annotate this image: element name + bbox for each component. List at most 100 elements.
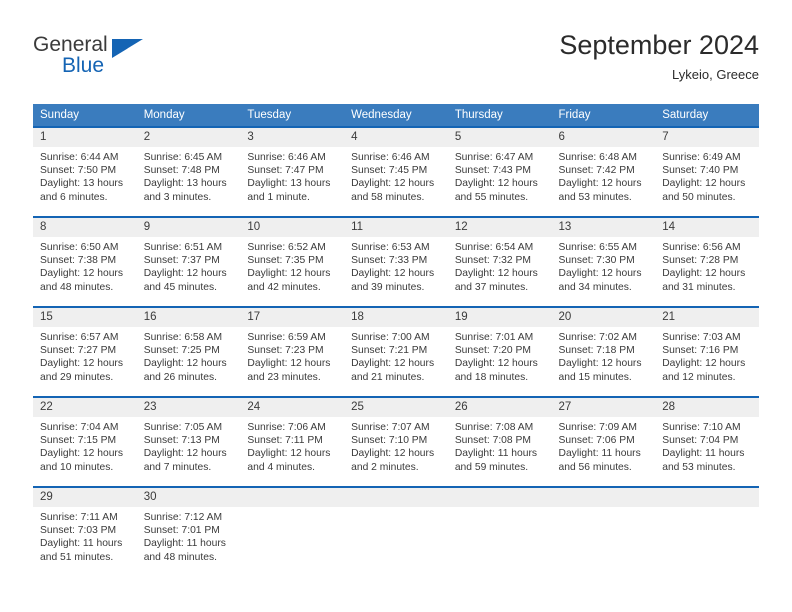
weekday-header-saturday: Saturday — [655, 104, 759, 127]
sunrise-text: Sunrise: 6:48 AM — [558, 152, 637, 163]
calendar-day-cell[interactable]: 23 Sunrise: 7:05 AM Sunset: 7:13 PM Dayligh… — [136, 396, 241, 487]
daylight-text: Daylight: 12 hours and 23 minutes. — [247, 358, 331, 383]
sunrise-text: Sunrise: 6:55 AM — [558, 242, 637, 253]
day-details: Sunrise: 6:56 AM Sunset: 7:28 PM Daylight:… — [655, 237, 759, 294]
sunset-text: Sunset: 7:08 PM — [454, 435, 531, 447]
daylight-text: Daylight: 12 hours and 34 minutes. — [558, 268, 642, 293]
daylight-text: Daylight: 11 hours and 48 minutes. — [143, 538, 226, 563]
calendar-day-cell[interactable]: 30 Sunrise: 7:12 AM Sunset: 7:01 PM Dayligh… — [136, 486, 241, 576]
sunset-text: Sunset: 7:01 PM — [143, 525, 220, 537]
calendar-day-cell[interactable]: 22 Sunrise: 7:04 AM Sunset: 7:15 PM Dayligh… — [33, 396, 137, 487]
calendar-day-cell[interactable]: 18 Sunrise: 7:00 AM Sunset: 7:21 PM Dayligh… — [344, 306, 448, 397]
calendar-day-cell[interactable]: 15 Sunrise: 6:57 AM Sunset: 7:27 PM Dayligh… — [33, 306, 137, 397]
day-details: Sunrise: 6:57 AM Sunset: 7:27 PM Daylight:… — [33, 327, 137, 384]
weekday-header-tuesday: Tuesday — [240, 104, 345, 127]
calendar-day-cell[interactable]: 12 Sunrise: 6:54 AM Sunset: 7:32 PM Dayligh… — [447, 216, 552, 307]
calendar-day-cell[interactable]: 28 Sunrise: 7:10 AM Sunset: 7:04 PM Dayligh… — [655, 396, 759, 487]
day-details: Sunrise: 6:44 AM Sunset: 7:50 PM Daylight:… — [33, 147, 137, 204]
sunset-text: Sunset: 7:35 PM — [247, 255, 324, 267]
calendar-day-cell[interactable]: 3 Sunrise: 6:46 AM Sunset: 7:47 PM Daylight… — [240, 126, 345, 217]
calendar-day-cell[interactable]: 21 Sunrise: 7:03 AM Sunset: 7:16 PM Dayligh… — [655, 306, 759, 397]
calendar-day-cell[interactable]: 14 Sunrise: 6:56 AM Sunset: 7:28 PM Dayligh… — [655, 216, 759, 307]
calendar-day-cell[interactable]: 19 Sunrise: 7:01 AM Sunset: 7:20 PM Dayligh… — [447, 306, 552, 397]
calendar-day-cell[interactable]: 24 Sunrise: 7:06 AM Sunset: 7:11 PM Dayligh… — [240, 396, 345, 487]
day-details: Sunrise: 6:59 AM Sunset: 7:23 PM Daylight:… — [240, 327, 344, 384]
calendar-day-cell[interactable]: 27 Sunrise: 7:09 AM Sunset: 7:06 PM Dayligh… — [551, 396, 656, 487]
sunrise-text: Sunrise: 7:12 AM — [143, 512, 223, 523]
calendar-week-row: 8 Sunrise: 6:50 AM Sunset: 7:38 PM Daylight… — [33, 216, 759, 307]
sunrise-text: Sunrise: 7:11 AM — [40, 512, 118, 523]
daylight-text: Daylight: 11 hours and 51 minutes. — [40, 538, 123, 563]
day-number: 11 — [344, 218, 448, 237]
daylight-text: Daylight: 12 hours and 42 minutes. — [247, 268, 331, 293]
day-details: Sunrise: 7:07 AM Sunset: 7:10 PM Daylight:… — [344, 417, 448, 474]
sunset-text: Sunset: 7:21 PM — [351, 345, 428, 357]
sunrise-text: Sunrise: 7:02 AM — [558, 332, 637, 343]
sunset-text: Sunset: 7:47 PM — [247, 165, 324, 177]
daylight-text: Daylight: 12 hours and 37 minutes. — [454, 268, 538, 293]
daylight-text: Daylight: 13 hours and 1 minute. — [247, 178, 331, 203]
sunset-text: Sunset: 7:03 PM — [40, 525, 117, 537]
day-details: Sunrise: 7:00 AM Sunset: 7:21 PM Daylight:… — [344, 327, 448, 384]
daylight-text: Daylight: 12 hours and 31 minutes. — [662, 268, 746, 293]
sunset-text: Sunset: 7:32 PM — [454, 255, 531, 267]
calendar-day-cell[interactable]: 16 Sunrise: 6:58 AM Sunset: 7:25 PM Dayligh… — [136, 306, 241, 397]
daylight-text: Daylight: 12 hours and 21 minutes. — [351, 358, 435, 383]
calendar-day-cell[interactable]: 4 Sunrise: 6:46 AM Sunset: 7:45 PM Daylight… — [344, 126, 448, 217]
sunset-text: Sunset: 7:15 PM — [40, 435, 117, 447]
calendar-day-cell[interactable]: 1 Sunrise: 6:44 AM Sunset: 7:50 PM Daylight… — [33, 126, 137, 217]
daylight-text: Daylight: 12 hours and 29 minutes. — [40, 358, 123, 383]
calendar-day-cell[interactable]: 5 Sunrise: 6:47 AM Sunset: 7:43 PM Daylight… — [447, 126, 552, 217]
calendar-day-cell[interactable]: 9 Sunrise: 6:51 AM Sunset: 7:37 PM Daylight… — [136, 216, 241, 307]
day-number: 20 — [551, 308, 656, 327]
calendar-day-cell[interactable]: 13 Sunrise: 6:55 AM Sunset: 7:30 PM Dayligh… — [551, 216, 656, 307]
sunset-text: Sunset: 7:50 PM — [40, 165, 117, 177]
calendar-page: General Blue September 2024 Lykeio, Gree… — [0, 0, 792, 612]
day-number: 4 — [344, 128, 448, 147]
sunrise-text: Sunrise: 6:46 AM — [351, 152, 430, 163]
calendar-day-cell[interactable]: 17 Sunrise: 6:59 AM Sunset: 7:23 PM Dayligh… — [240, 306, 345, 397]
calendar-day-cell[interactable]: 29 Sunrise: 7:11 AM Sunset: 7:03 PM Dayligh… — [33, 486, 137, 576]
day-details: Sunrise: 6:55 AM Sunset: 7:30 PM Daylight:… — [552, 237, 656, 294]
calendar-day-cell[interactable]: 10 Sunrise: 6:52 AM Sunset: 7:35 PM Dayligh… — [240, 216, 345, 307]
day-details: Sunrise: 6:46 AM Sunset: 7:47 PM Daylight:… — [240, 147, 344, 204]
day-number: 28 — [655, 398, 759, 417]
sunrise-text: Sunrise: 7:03 AM — [662, 332, 741, 343]
day-number: 16 — [136, 308, 241, 327]
sunrise-text: Sunrise: 7:07 AM — [351, 422, 430, 433]
calendar-week-row: 1 Sunrise: 6:44 AM Sunset: 7:50 PM Daylight… — [33, 126, 759, 217]
calendar-day-cell[interactable]: 20 Sunrise: 7:02 AM Sunset: 7:18 PM Dayligh… — [551, 306, 656, 397]
sunrise-text: Sunrise: 6:46 AM — [247, 152, 326, 163]
title-block: September 2024 Lykeio, Greece — [559, 30, 759, 83]
day-number — [240, 488, 345, 507]
sunrise-text: Sunrise: 6:51 AM — [143, 242, 223, 253]
calendar-day-cell[interactable]: 26 Sunrise: 7:08 AM Sunset: 7:08 PM Dayligh… — [447, 396, 552, 487]
day-number: 5 — [447, 128, 552, 147]
sunrise-text: Sunrise: 6:53 AM — [351, 242, 430, 253]
weekday-header-thursday: Thursday — [447, 104, 552, 127]
day-details: Sunrise: 6:53 AM Sunset: 7:33 PM Daylight:… — [344, 237, 448, 294]
daylight-text: Daylight: 11 hours and 56 minutes. — [558, 448, 641, 473]
day-number: 10 — [240, 218, 345, 237]
triangle-flag-icon — [112, 39, 143, 58]
day-number: 30 — [136, 488, 241, 507]
day-details: Sunrise: 6:45 AM Sunset: 7:48 PM Daylight:… — [137, 147, 241, 204]
sunrise-text: Sunrise: 6:47 AM — [454, 152, 534, 163]
daylight-text: Daylight: 12 hours and 58 minutes. — [351, 178, 435, 203]
calendar-day-cell[interactable]: 11 Sunrise: 6:53 AM Sunset: 7:33 PM Dayligh… — [344, 216, 448, 307]
calendar-header-row: Sunday Monday Tuesday Wednesday Thursday… — [33, 104, 759, 127]
day-number: 22 — [33, 398, 137, 417]
calendar-day-cell[interactable]: 7 Sunrise: 6:49 AM Sunset: 7:40 PM Daylight… — [655, 126, 759, 217]
calendar-day-cell[interactable]: 25 Sunrise: 7:07 AM Sunset: 7:10 PM Dayligh… — [344, 396, 448, 487]
page-title: September 2024 — [559, 30, 759, 60]
calendar-day-cell[interactable]: 2 Sunrise: 6:45 AM Sunset: 7:48 PM Daylight… — [136, 126, 241, 217]
calendar-day-cell[interactable]: 8 Sunrise: 6:50 AM Sunset: 7:38 PM Daylight… — [33, 216, 137, 307]
calendar-day-cell[interactable]: 6 Sunrise: 6:48 AM Sunset: 7:42 PM Daylight… — [551, 126, 656, 217]
day-number: 29 — [33, 488, 137, 507]
day-number: 23 — [136, 398, 241, 417]
day-details: Sunrise: 7:05 AM Sunset: 7:13 PM Daylight:… — [137, 417, 241, 474]
day-number: 2 — [136, 128, 241, 147]
daylight-text: Daylight: 12 hours and 4 minutes. — [247, 448, 331, 473]
sunrise-text: Sunrise: 7:05 AM — [143, 422, 223, 433]
sunrise-text: Sunrise: 6:52 AM — [247, 242, 326, 253]
